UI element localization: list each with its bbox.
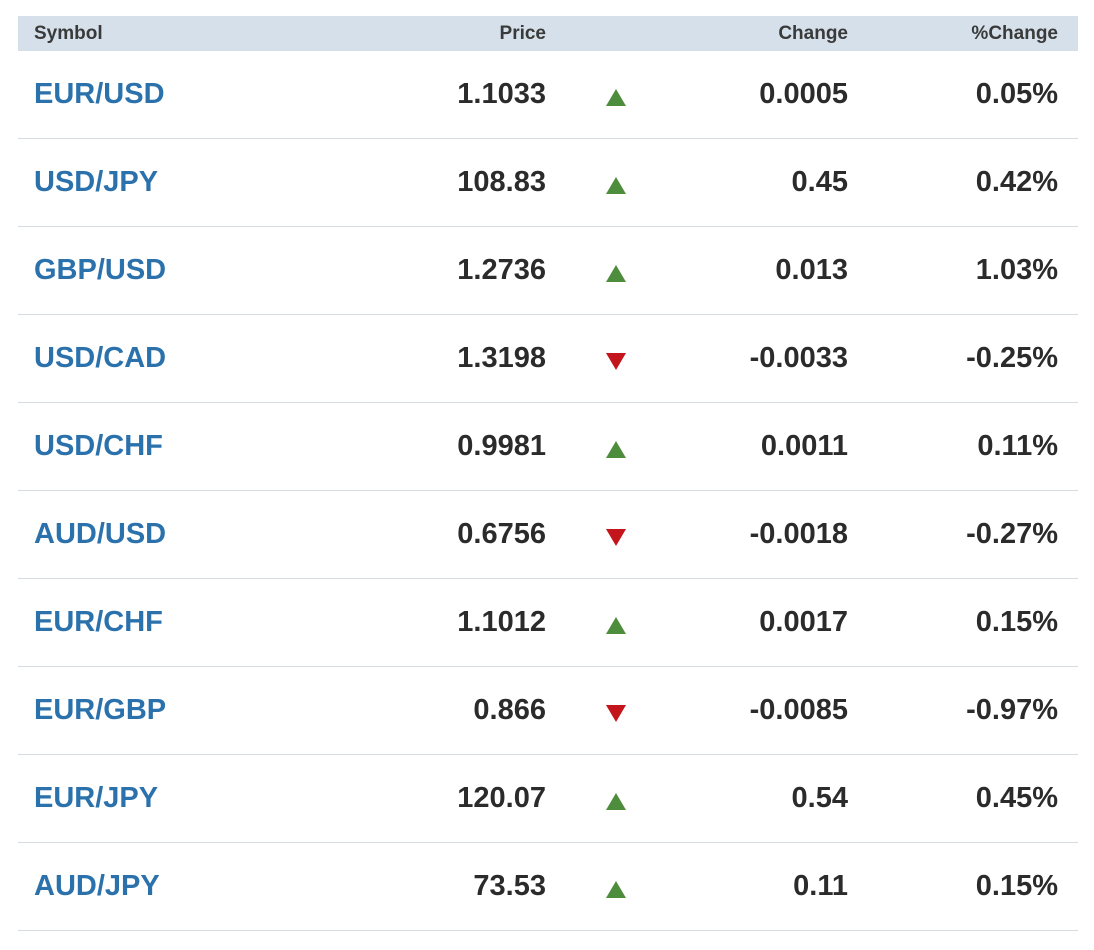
pct-change-value: 0.05% <box>975 78 1058 110</box>
triangle-down-icon <box>606 529 626 546</box>
symbol-link[interactable]: EUR/GBP <box>34 694 166 726</box>
change-value: 0.45 <box>791 166 848 198</box>
table-row: EUR/CHF 1.1012 0.0017 0.15% <box>18 579 1078 667</box>
triangle-up-icon <box>606 881 626 898</box>
change-value: -0.0033 <box>749 342 848 374</box>
table-row: USD/CAD 1.3198 -0.0033 -0.25% <box>18 315 1078 403</box>
header-change[interactable]: Change <box>686 23 848 45</box>
triangle-up-icon <box>606 89 626 106</box>
symbol-link[interactable]: GBP/USD <box>34 254 166 286</box>
pct-change-value: -0.27% <box>966 518 1058 550</box>
price-value: 1.3198 <box>457 342 546 374</box>
change-value: -0.0085 <box>749 694 848 726</box>
change-value: 0.0017 <box>759 606 848 638</box>
symbol-link[interactable]: USD/JPY <box>34 166 158 198</box>
symbol-link[interactable]: EUR/CHF <box>34 606 163 638</box>
symbol-link[interactable]: EUR/USD <box>34 78 165 110</box>
symbol-link[interactable]: EUR/JPY <box>34 782 158 814</box>
change-value: 0.11 <box>793 870 848 902</box>
triangle-up-icon <box>606 441 626 458</box>
header-price[interactable]: Price <box>318 23 546 45</box>
table-row: EUR/USD 1.1033 0.0005 0.05% <box>18 51 1078 139</box>
triangle-up-icon <box>606 617 626 634</box>
symbol-link[interactable]: AUD/JPY <box>34 870 160 902</box>
pct-change-value: 0.15% <box>975 606 1058 638</box>
triangle-up-icon <box>606 177 626 194</box>
triangle-up-icon <box>606 265 626 282</box>
price-value: 0.6756 <box>457 518 546 550</box>
change-value: 0.54 <box>791 782 848 814</box>
pct-change-value: 0.15% <box>975 870 1058 902</box>
table-row: EUR/JPY 120.07 0.54 0.45% <box>18 755 1078 843</box>
price-value: 120.07 <box>457 782 546 814</box>
pct-change-value: -0.97% <box>966 694 1058 726</box>
header-symbol[interactable]: Symbol <box>18 23 318 45</box>
change-value: 0.0011 <box>760 430 848 462</box>
price-value: 108.83 <box>457 166 546 198</box>
pct-change-value: -0.25% <box>966 342 1058 374</box>
price-value: 1.2736 <box>457 254 546 286</box>
change-value: 0.0005 <box>759 78 848 110</box>
symbol-link[interactable]: AUD/USD <box>34 518 166 550</box>
table-row: AUD/USD 0.6756 -0.0018 -0.27% <box>18 491 1078 579</box>
table-row: USD/CHF 0.9981 0.0011 0.11% <box>18 403 1078 491</box>
price-value: 1.1033 <box>457 78 546 110</box>
pct-change-value: 0.42% <box>975 166 1058 198</box>
pct-change-value: 0.11% <box>977 430 1058 462</box>
triangle-down-icon <box>606 353 626 370</box>
change-value: 0.013 <box>775 254 848 286</box>
table-row: GBP/USD 1.2736 0.013 1.03% <box>18 227 1078 315</box>
triangle-down-icon <box>606 705 626 722</box>
symbol-link[interactable]: USD/CHF <box>34 430 163 462</box>
header-pct-change[interactable]: %Change <box>848 23 1058 45</box>
price-value: 73.53 <box>473 870 546 902</box>
triangle-up-icon <box>606 793 626 810</box>
table-row: USD/JPY 108.83 0.45 0.42% <box>18 139 1078 227</box>
table-header: Symbol Price Change %Change <box>18 16 1078 51</box>
table-row: AUD/JPY 73.53 0.11 0.15% <box>18 843 1078 931</box>
change-value: -0.0018 <box>749 518 848 550</box>
pct-change-value: 0.45% <box>975 782 1058 814</box>
symbol-link[interactable]: USD/CAD <box>34 342 166 374</box>
forex-quotes-table: Symbol Price Change %Change EUR/USD 1.10… <box>18 16 1078 931</box>
price-value: 0.9981 <box>457 430 546 462</box>
pct-change-value: 1.03% <box>975 254 1058 286</box>
table-row: EUR/GBP 0.866 -0.0085 -0.97% <box>18 667 1078 755</box>
price-value: 1.1012 <box>457 606 546 638</box>
price-value: 0.866 <box>473 694 546 726</box>
